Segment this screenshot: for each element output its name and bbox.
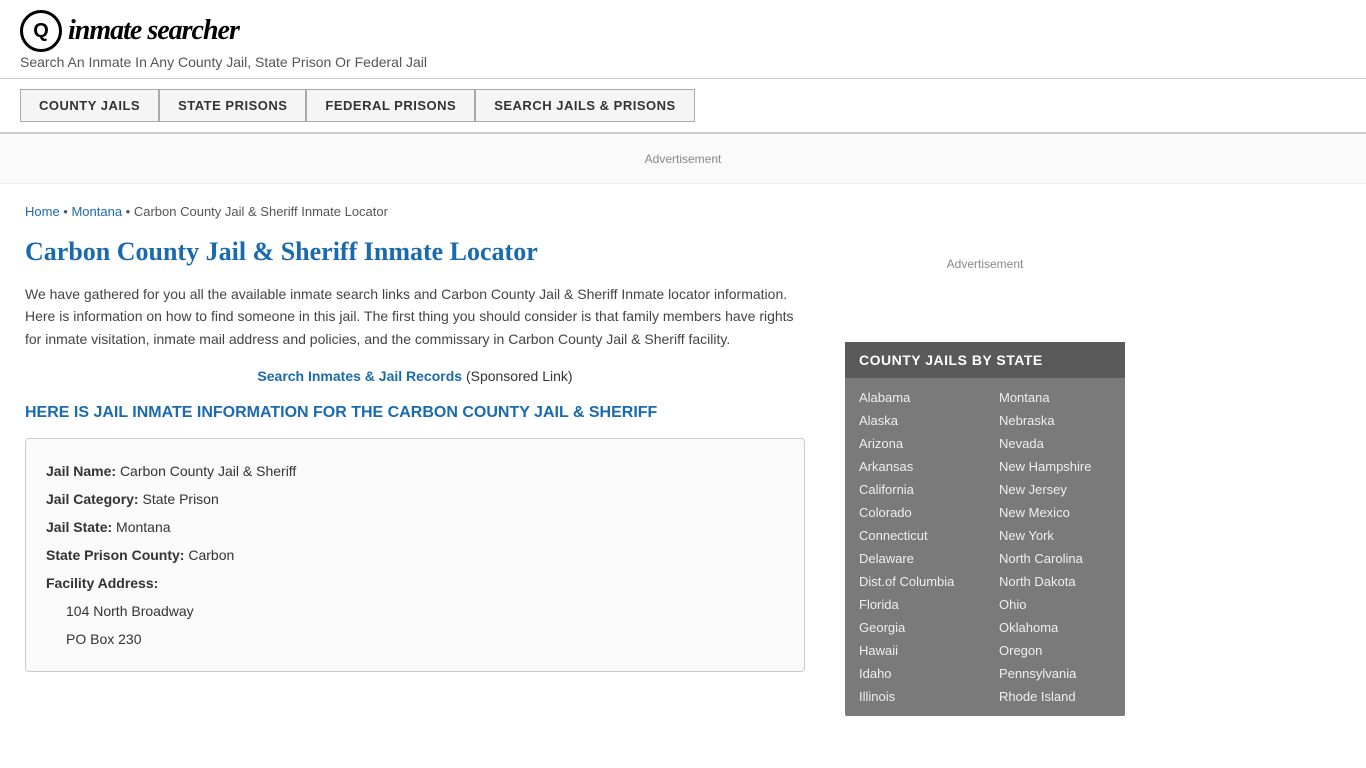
- state-item[interactable]: Rhode Island: [985, 685, 1125, 708]
- state-item[interactable]: Dist.of Columbia: [845, 570, 985, 593]
- jail-name-label: Jail Name:: [46, 463, 116, 479]
- jail-name-value: Carbon County Jail & Sheriff: [120, 463, 296, 479]
- state-item[interactable]: Alaska: [845, 409, 985, 432]
- ad-bar-label: Advertisement: [645, 152, 722, 166]
- state-item[interactable]: Delaware: [845, 547, 985, 570]
- logo-name: inmate searcher: [68, 15, 239, 46]
- jails-by-state-box: COUNTY JAILS BY STATE AlabamaAlaskaArizo…: [845, 342, 1125, 716]
- description: We have gathered for you all the availab…: [25, 283, 805, 350]
- sponsored-link[interactable]: Search Inmates & Jail Records: [257, 368, 462, 384]
- jail-state-row: Jail State: Montana: [46, 513, 784, 541]
- state-list-right: MontanaNebraskaNevadaNew HampshireNew Je…: [985, 386, 1125, 708]
- jail-name-row: Jail Name: Carbon County Jail & Sheriff: [46, 457, 784, 485]
- sidebar: Advertisement COUNTY JAILS BY STATE Alab…: [830, 184, 1140, 736]
- jail-state-label: Jail State:: [46, 519, 112, 535]
- state-item[interactable]: Montana: [985, 386, 1125, 409]
- state-item[interactable]: Arkansas: [845, 455, 985, 478]
- state-item[interactable]: New Jersey: [985, 478, 1125, 501]
- state-list-left: AlabamaAlaskaArizonaArkansasCaliforniaCo…: [845, 386, 985, 708]
- logo-area: Q inmate searcher: [20, 10, 1346, 52]
- state-item[interactable]: Georgia: [845, 616, 985, 639]
- content: Home • Montana • Carbon County Jail & Sh…: [0, 184, 830, 736]
- state-item[interactable]: Idaho: [845, 662, 985, 685]
- state-prison-county-label: State Prison County:: [46, 547, 184, 563]
- state-item[interactable]: Arizona: [845, 432, 985, 455]
- facility-address-row: Facility Address: 104 North Broadway PO …: [46, 569, 784, 653]
- breadcrumb-sep1: •: [60, 204, 72, 219]
- jail-state-value: Montana: [116, 519, 170, 535]
- federal-prisons-button[interactable]: FEDERAL PRISONS: [306, 89, 475, 122]
- state-item[interactable]: New Mexico: [985, 501, 1125, 524]
- address-line1: 104 North Broadway: [66, 597, 784, 625]
- county-jails-button[interactable]: COUNTY JAILS: [20, 89, 159, 122]
- search-jails-button[interactable]: SEARCH JAILS & PRISONS: [475, 89, 694, 122]
- ad-bar: Advertisement: [0, 134, 1366, 184]
- state-item[interactable]: Pennsylvania: [985, 662, 1125, 685]
- jail-category-row: Jail Category: State Prison: [46, 485, 784, 513]
- logo-text: inmate searcher: [68, 15, 239, 47]
- info-heading: HERE IS JAIL INMATE INFORMATION FOR THE …: [25, 404, 805, 422]
- sidebar-ad: Advertisement: [845, 204, 1125, 324]
- state-item[interactable]: Nevada: [985, 432, 1125, 455]
- main-layout: Home • Montana • Carbon County Jail & Sh…: [0, 184, 1366, 736]
- nav-bar: COUNTY JAILS STATE PRISONS FEDERAL PRISO…: [20, 89, 1346, 122]
- state-prisons-button[interactable]: STATE PRISONS: [159, 89, 306, 122]
- state-item[interactable]: Nebraska: [985, 409, 1125, 432]
- header: Q inmate searcher Search An Inmate In An…: [0, 0, 1366, 79]
- state-item[interactable]: Hawaii: [845, 639, 985, 662]
- info-box: Jail Name: Carbon County Jail & Sheriff …: [25, 438, 805, 672]
- state-item[interactable]: Illinois: [845, 685, 985, 708]
- state-item[interactable]: North Carolina: [985, 547, 1125, 570]
- page-title: Carbon County Jail & Sheriff Inmate Loca…: [25, 237, 805, 267]
- breadcrumb: Home • Montana • Carbon County Jail & Sh…: [25, 204, 805, 219]
- sponsored-link-area: Search Inmates & Jail Records (Sponsored…: [25, 368, 805, 384]
- state-item[interactable]: Oregon: [985, 639, 1125, 662]
- tagline: Search An Inmate In Any County Jail, Sta…: [20, 54, 1346, 70]
- breadcrumb-home[interactable]: Home: [25, 204, 60, 219]
- facility-address-label: Facility Address:: [46, 575, 158, 591]
- state-item[interactable]: Connecticut: [845, 524, 985, 547]
- state-item[interactable]: North Dakota: [985, 570, 1125, 593]
- logo-icon: Q: [20, 10, 62, 52]
- breadcrumb-state[interactable]: Montana: [71, 204, 122, 219]
- breadcrumb-current: Carbon County Jail & Sheriff Inmate Loca…: [134, 204, 388, 219]
- logo-icon-letter: Q: [33, 20, 49, 43]
- address-line2: PO Box 230: [66, 625, 784, 653]
- state-item[interactable]: California: [845, 478, 985, 501]
- state-item[interactable]: Florida: [845, 593, 985, 616]
- sponsored-suffix: (Sponsored Link): [462, 368, 573, 384]
- state-item[interactable]: Alabama: [845, 386, 985, 409]
- jail-category-value: State Prison: [142, 491, 218, 507]
- state-item[interactable]: Colorado: [845, 501, 985, 524]
- state-prison-county-row: State Prison County: Carbon: [46, 541, 784, 569]
- jails-by-state-title: COUNTY JAILS BY STATE: [845, 342, 1125, 378]
- jail-category-label: Jail Category:: [46, 491, 139, 507]
- state-item[interactable]: New York: [985, 524, 1125, 547]
- breadcrumb-sep2: •: [122, 204, 134, 219]
- state-item[interactable]: New Hampshire: [985, 455, 1125, 478]
- state-prison-county-value: Carbon: [188, 547, 234, 563]
- state-list: AlabamaAlaskaArizonaArkansasCaliforniaCo…: [845, 378, 1125, 716]
- sidebar-ad-label: Advertisement: [947, 257, 1024, 271]
- nav: COUNTY JAILS STATE PRISONS FEDERAL PRISO…: [0, 79, 1366, 134]
- state-item[interactable]: Oklahoma: [985, 616, 1125, 639]
- logo-text-wrapper: inmate searcher: [68, 15, 239, 47]
- state-item[interactable]: Ohio: [985, 593, 1125, 616]
